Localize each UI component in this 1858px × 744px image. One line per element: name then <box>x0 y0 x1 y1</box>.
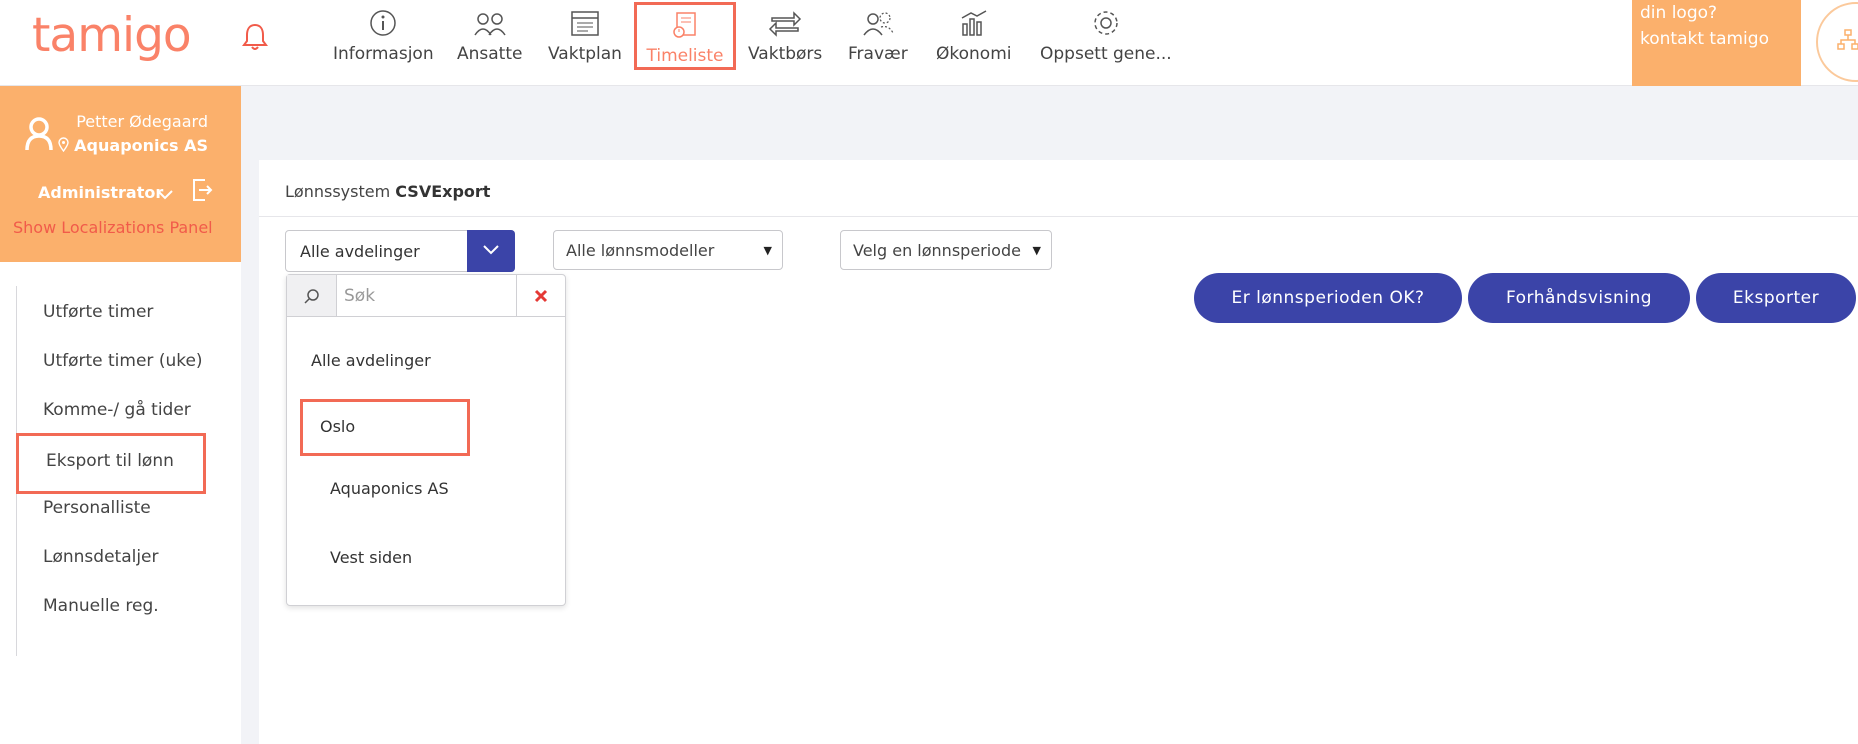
sidebar-nav: Utførte timer Utførte timer (uke) Komme-… <box>0 262 241 744</box>
nav-timeliste[interactable]: Timeliste <box>634 2 736 70</box>
absence-icon <box>863 12 894 36</box>
chevron-down-icon <box>483 245 499 255</box>
nav-label: Vaktplan <box>548 44 622 64</box>
search-icon <box>304 289 319 304</box>
department-select-value: Alle avdelinger <box>300 242 420 261</box>
promo-line: kontakt tamigo <box>1640 29 1769 49</box>
nav-label: Vaktbørs <box>748 44 823 64</box>
sidebar-item-personalliste[interactable]: Personalliste <box>43 498 151 518</box>
preview-button[interactable]: Forhåndsvisning <box>1468 273 1690 323</box>
dropdown-search-input[interactable] <box>337 275 517 317</box>
sidebar-item-utforte-timer-uke[interactable]: Utførte timer (uke) <box>43 351 203 371</box>
dropdown-search-row <box>287 275 565 317</box>
dropdown-option-oslo[interactable]: Oslo <box>300 399 470 456</box>
nav-label: Timeliste <box>646 46 724 66</box>
sidebar-item-komme-ga-tider[interactable]: Komme-/ gå tider <box>43 400 191 420</box>
search-icon-box <box>287 275 337 317</box>
profile-company-label: Aquaponics AS <box>74 136 208 155</box>
timesheet-icon <box>673 12 696 38</box>
logout-icon[interactable] <box>191 178 213 202</box>
pay-period-select-value: Velg en lønnsperiode <box>853 241 1021 260</box>
dropdown-option-alle-avdelinger[interactable]: Alle avdelinger <box>311 351 431 370</box>
bell-icon[interactable] <box>242 22 268 52</box>
show-localizations-link[interactable]: Show Localizations Panel <box>13 218 213 237</box>
nav-informasjon[interactable]: Informasjon <box>333 0 434 70</box>
sidebar-item-utforte-timer[interactable]: Utførte timer <box>43 302 153 322</box>
profile-company: Aquaponics AS <box>57 136 208 155</box>
info-icon <box>370 10 397 36</box>
dropdown-option-vest-siden[interactable]: Vest siden <box>330 548 412 567</box>
promo-line: din logo? <box>1640 3 1718 23</box>
breadcrumb-value: CSVExport <box>395 182 491 201</box>
org-chart-icon <box>1837 29 1858 50</box>
top-bar: tamigo Informasjon Ansatte Vaktplan Time… <box>0 0 1858 86</box>
nav-label: Ansatte <box>457 44 523 64</box>
breadcrumb: Lønnssystem CSVExport <box>285 182 490 201</box>
profile-name: Petter Ødegaard <box>76 112 208 131</box>
sidebar-item-lonnsdetaljer[interactable]: Lønnsdetaljer <box>43 547 159 567</box>
divider <box>259 216 1858 217</box>
department-select-toggle[interactable] <box>467 230 515 272</box>
nav-label: Informasjon <box>333 44 434 64</box>
caret-down-icon: ▼ <box>1032 244 1041 257</box>
check-period-button[interactable]: Er lønnsperioden OK? <box>1194 273 1462 323</box>
nav-vaktplan[interactable]: Vaktplan <box>548 0 622 70</box>
profile-role[interactable]: Administrator <box>38 183 163 202</box>
profile-panel: Petter Ødegaard Aquaponics AS Administra… <box>0 86 241 262</box>
org-chart-button[interactable] <box>1816 2 1858 82</box>
department-dropdown: Alle avdelinger Oslo Aquaponics AS Vest … <box>286 274 566 606</box>
tamigo-logo[interactable]: tamigo <box>32 8 192 63</box>
people-icon <box>474 13 506 36</box>
nav-label: Økonomi <box>936 44 1012 64</box>
nav-oppsett[interactable]: Oppsett gene... <box>1040 0 1172 70</box>
clear-search-button[interactable] <box>517 275 565 317</box>
user-icon <box>25 117 53 151</box>
location-pin-icon <box>57 137 69 153</box>
sidebar-item-manuelle-reg[interactable]: Manuelle reg. <box>43 596 159 616</box>
nav-okonomi[interactable]: Økonomi <box>936 0 1011 70</box>
swap-arrows-icon <box>769 11 802 37</box>
nav-label: Oppsett gene... <box>1040 44 1172 64</box>
salary-model-select-value: Alle lønnsmodeller <box>566 241 715 260</box>
breadcrumb-prefix: Lønnssystem <box>285 182 391 201</box>
pay-period-select[interactable]: Velg en lønnsperiode ▼ <box>840 230 1052 270</box>
calendar-icon <box>571 11 599 36</box>
dropdown-option-aquaponics[interactable]: Aquaponics AS <box>330 479 449 498</box>
nav-vaktbors[interactable]: Vaktbørs <box>748 0 822 70</box>
nav-label: Fravær <box>848 44 908 64</box>
main-panel: Lønnssystem CSVExport Alle avdelinger Al… <box>259 160 1858 744</box>
chevron-down-icon[interactable] <box>156 187 174 201</box>
promo-box[interactable]: din logo? kontakt tamigo <box>1632 0 1801 86</box>
department-select[interactable]: Alle avdelinger <box>285 230 515 272</box>
gear-icon <box>1094 11 1118 35</box>
nav-ansatte[interactable]: Ansatte <box>457 0 522 70</box>
nav-fravaer[interactable]: Fravær <box>848 0 908 70</box>
finance-icon <box>961 10 987 36</box>
salary-model-select[interactable]: Alle lønnsmodeller ▼ <box>553 230 783 270</box>
close-icon <box>534 289 548 303</box>
sidebar-item-eksport-til-lonn[interactable]: Eksport til lønn <box>16 433 206 494</box>
caret-down-icon: ▼ <box>763 244 772 257</box>
export-button[interactable]: Eksporter <box>1696 273 1856 323</box>
